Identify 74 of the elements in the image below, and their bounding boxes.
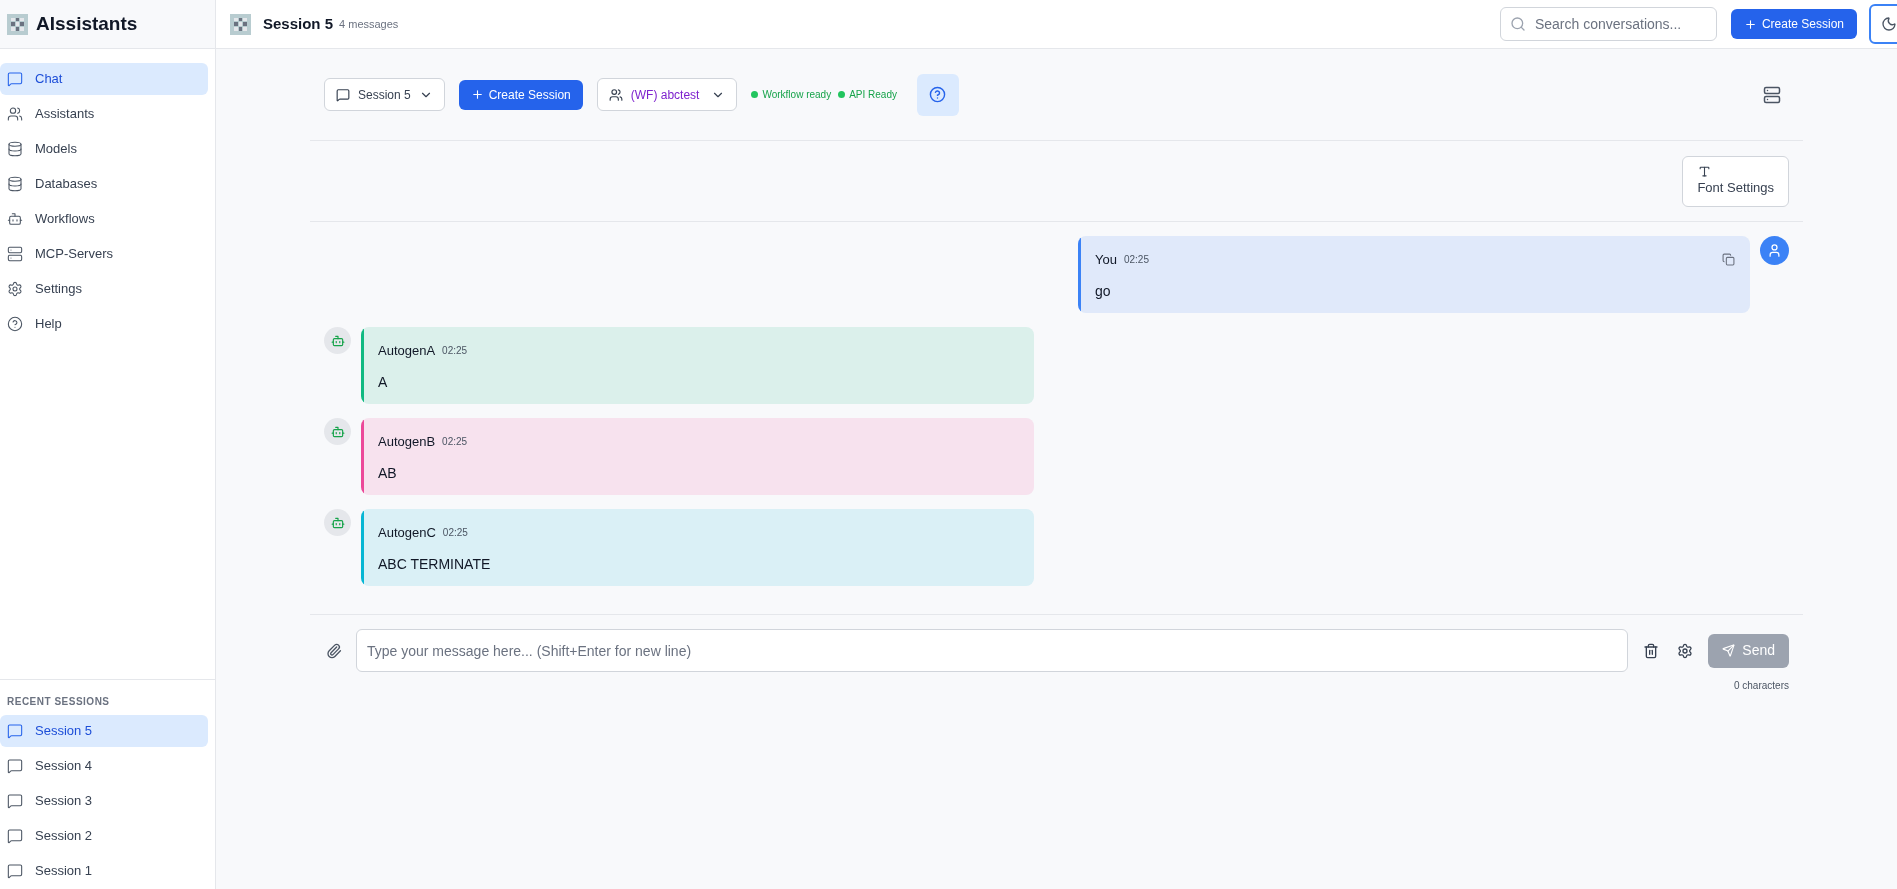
create-session-button[interactable]: Create Session xyxy=(458,79,583,110)
status-label: Workflow ready xyxy=(762,88,832,102)
paperclip-icon[interactable] xyxy=(326,642,342,659)
assistant-dropdown[interactable]: (WF) abctest xyxy=(596,78,738,111)
session-dropdown[interactable]: Session 5 xyxy=(324,78,445,111)
sender-name: AutogenC xyxy=(378,524,436,542)
person-icon xyxy=(1767,243,1782,258)
chat-bubble-icon xyxy=(336,87,350,102)
character-count: 0 characters xyxy=(1733,679,1789,693)
plus-icon xyxy=(470,88,484,101)
sidebar-item[interactable]: Session 2 xyxy=(0,820,208,852)
message-time: 02:25 xyxy=(442,526,468,541)
message-input[interactable]: Type your message here... (Shift+Enter for new line) xyxy=(356,629,1629,672)
users-icon xyxy=(608,87,623,102)
sidebar-item[interactable]: Session 5 xyxy=(0,715,208,747)
chat-bubble-icon xyxy=(7,723,23,739)
sidebar-item[interactable]: Chat xyxy=(0,63,208,95)
message-text: ABC TERMINATE xyxy=(378,554,492,574)
robot-icon xyxy=(330,424,345,439)
status-label: API Ready xyxy=(849,88,897,102)
trash-icon[interactable] xyxy=(1643,642,1660,659)
sidebar-item[interactable]: MCP-Servers xyxy=(0,238,208,270)
moon-icon xyxy=(1881,16,1897,32)
message-time: 02:25 xyxy=(442,435,468,450)
robot-icon xyxy=(7,211,23,227)
database-icon xyxy=(7,176,23,192)
sidebar-item[interactable]: Assistants xyxy=(0,98,208,130)
sidebar-item[interactable]: Session 3 xyxy=(0,785,208,817)
sidebar-item[interactable]: Session 4 xyxy=(0,750,208,782)
database-icon xyxy=(7,141,23,157)
search-icon xyxy=(1509,16,1526,32)
message-time: 02:25 xyxy=(1123,253,1149,268)
chat-bubble-icon xyxy=(7,793,23,809)
app-title: AIssistants xyxy=(36,11,138,36)
chat-bubble-icon xyxy=(7,71,23,87)
section-heading: RECENT SESSIONS xyxy=(6,695,111,709)
sidebar-item[interactable]: Settings xyxy=(0,273,208,305)
message-text: A xyxy=(378,372,389,392)
plus-icon xyxy=(1743,17,1757,31)
sidebar-item[interactable]: Session 1 xyxy=(0,855,208,887)
message-text: AB xyxy=(378,463,398,483)
robot-icon xyxy=(330,333,345,348)
sidebar-item[interactable]: Databases xyxy=(0,168,208,200)
theme-toggle-button[interactable] xyxy=(1869,4,1897,44)
copy-icon[interactable] xyxy=(1722,253,1735,267)
robot-icon xyxy=(330,515,345,530)
message-time: 02:25 xyxy=(442,344,468,359)
help-button[interactable] xyxy=(916,73,959,116)
logo-icon xyxy=(7,13,28,35)
settings-icon[interactable] xyxy=(1677,642,1694,659)
sender-name: AutogenA xyxy=(378,342,436,360)
font-settings-button[interactable]: Font Settings xyxy=(1682,155,1789,207)
help-icon xyxy=(7,316,23,332)
chat-bubble-icon xyxy=(7,758,23,774)
create-session-button[interactable]: Create Session xyxy=(1730,9,1857,39)
sidebar-item[interactable]: Models xyxy=(0,133,208,165)
message-text: go xyxy=(1095,281,1112,301)
chat-bubble-icon xyxy=(7,828,23,844)
text-icon xyxy=(1698,164,1712,178)
search-field[interactable]: Search conversations... xyxy=(1499,7,1717,41)
sender-name: AutogenB xyxy=(378,433,436,451)
chat-bubble-icon xyxy=(7,863,23,879)
settings-icon xyxy=(7,281,23,297)
sidebar-item[interactable]: Help xyxy=(0,308,208,340)
session-title: Session 5 xyxy=(263,13,334,34)
server-icon xyxy=(1763,85,1781,104)
server-icon xyxy=(7,246,23,262)
message-count: 4 messages xyxy=(339,16,399,32)
send-icon xyxy=(1722,644,1736,657)
sender-name: You xyxy=(1095,251,1117,269)
help-icon xyxy=(929,86,947,103)
logo-icon xyxy=(230,13,251,35)
sidebar-item[interactable]: Workflows xyxy=(0,203,208,235)
users-icon xyxy=(7,106,23,122)
